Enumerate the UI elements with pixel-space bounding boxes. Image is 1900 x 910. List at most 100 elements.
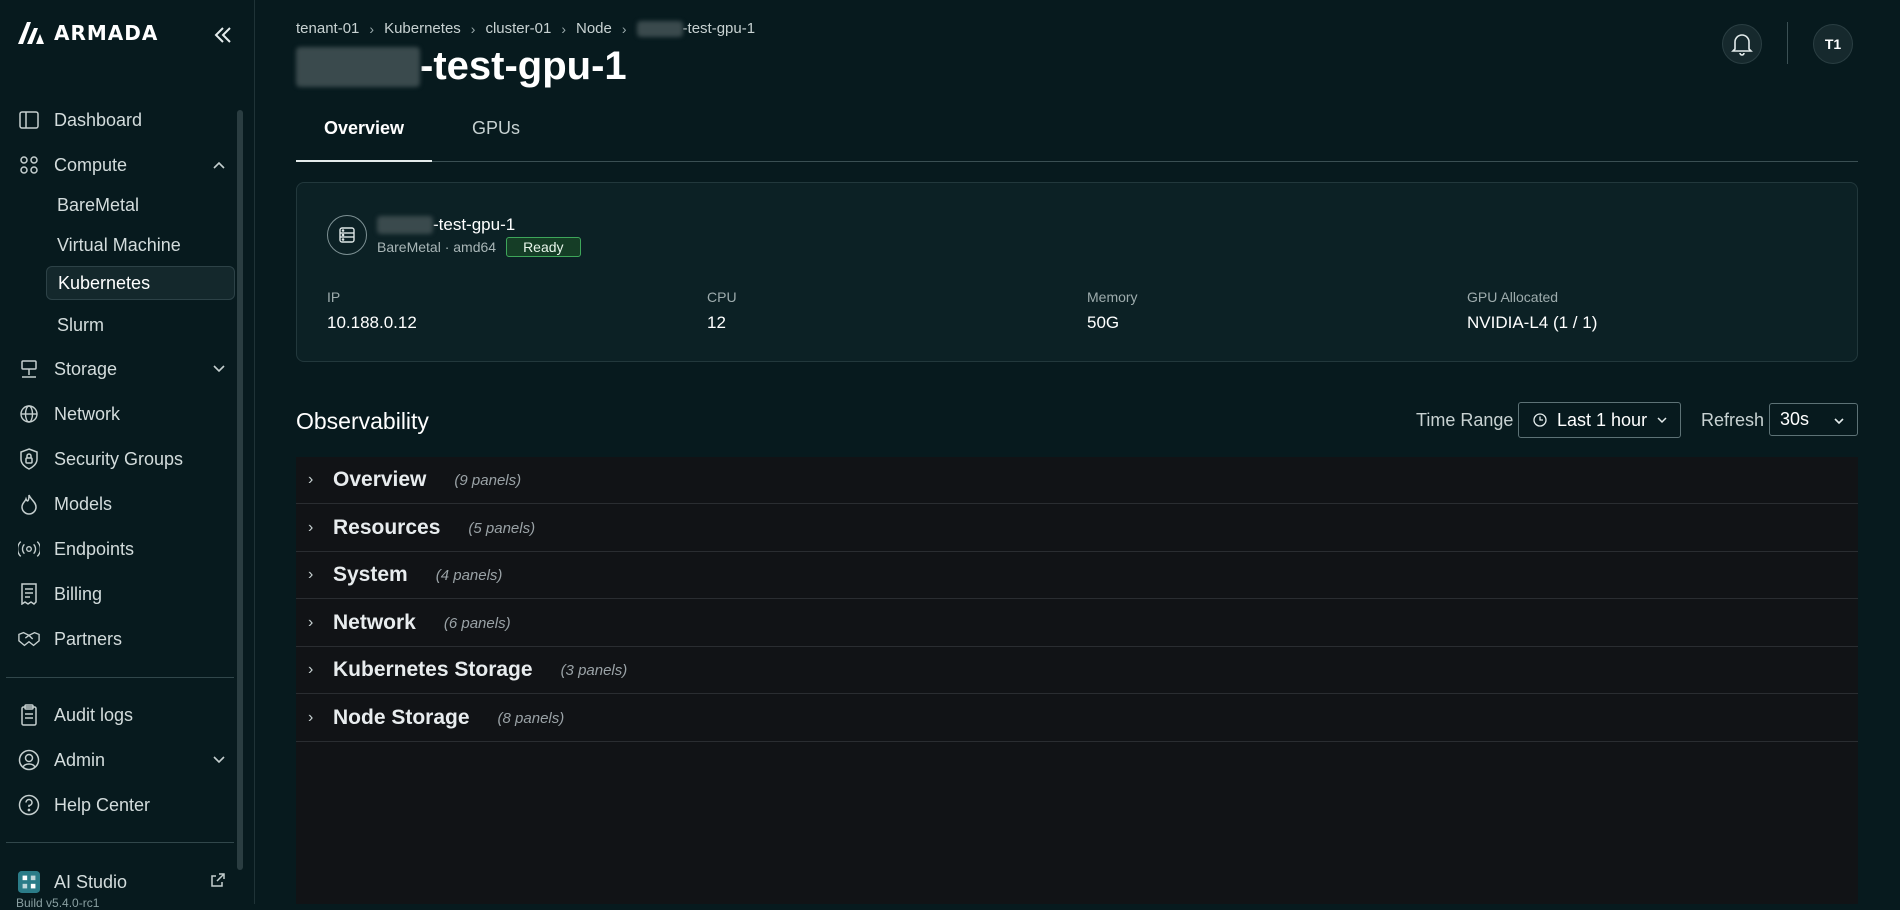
sidebar-item-label: BareMetal: [57, 194, 140, 215]
panel-row-overview[interactable]: › Overview (9 panels): [296, 457, 1858, 504]
chevron-right-icon: ›: [308, 519, 314, 536]
stat-label: CPU: [707, 289, 737, 305]
row-title: System: [333, 563, 408, 586]
sidebar-item-label: Storage: [54, 358, 118, 379]
sidebar-item-label: Dashboard: [54, 109, 143, 130]
compute-icon: [18, 154, 40, 176]
sidebar-item-virtual-machine[interactable]: Virtual Machine: [46, 228, 234, 262]
row-panel-count: (4 panels): [435, 566, 503, 584]
help-circle-icon: [18, 794, 40, 816]
sidebar-item-security-groups[interactable]: Security Groups: [18, 443, 234, 475]
broadcast-icon: [18, 538, 40, 560]
row-title: Node Storage: [333, 706, 470, 729]
armada-logo-icon: [18, 22, 44, 44]
stat-memory: Memory 50G: [1087, 289, 1138, 333]
sidebar-item-slurm[interactable]: Slurm: [46, 308, 234, 342]
stat-label: GPU Allocated: [1467, 289, 1559, 305]
sidebar-item-billing[interactable]: Billing: [18, 578, 234, 610]
time-range-select[interactable]: Last 1 hour: [1518, 402, 1681, 438]
breadcrumb-tenant[interactable]: tenant-01: [296, 20, 359, 37]
chevron-down-icon: [213, 756, 225, 764]
sidebar-item-compute[interactable]: Compute: [18, 149, 234, 181]
node-meta: BareMetal · amd64 Ready: [377, 237, 581, 257]
stat-cpu: CPU 12: [707, 289, 737, 333]
refresh-value: 30s: [1780, 409, 1810, 429]
sidebar-item-models[interactable]: Models: [18, 488, 234, 520]
row-title: Resources: [333, 516, 441, 539]
panel-row-resources[interactable]: › Resources (5 panels): [296, 505, 1858, 552]
sidebar-item-label: Admin: [54, 749, 106, 770]
sidebar-item-kubernetes[interactable]: Kubernetes: [46, 266, 235, 300]
sidebar-item-partners[interactable]: Partners: [18, 623, 234, 655]
dashboard-panels: › Overview (9 panels) › Resources (5 pan…: [296, 457, 1858, 904]
stat-value: 10.188.0.12: [327, 313, 417, 332]
chevron-right-icon: ›: [621, 20, 627, 37]
flame-icon: [18, 493, 40, 515]
sidebar-scrollbar[interactable]: [237, 110, 243, 870]
breadcrumb-current: -test-gpu-1: [636, 20, 755, 38]
sidebar-item-dashboard[interactable]: Dashboard: [18, 104, 234, 136]
refresh-select[interactable]: 30s: [1769, 403, 1858, 436]
node-meta-text: BareMetal · amd64: [377, 239, 497, 255]
ai-studio-icon: [18, 871, 40, 893]
bell-icon: [1731, 34, 1753, 56]
sidebar-item-label: Models: [54, 493, 113, 514]
sidebar-item-label: Billing: [54, 583, 103, 604]
sidebar-item-baremetal[interactable]: BareMetal: [46, 188, 234, 222]
sidebar-item-audit-logs[interactable]: Audit logs: [18, 699, 234, 731]
panel-row-system[interactable]: › System (4 panels): [296, 552, 1858, 599]
panel-row-network[interactable]: › Network (6 panels): [296, 600, 1858, 647]
chevron-down-icon: [1834, 418, 1844, 425]
chevron-right-icon: ›: [308, 614, 314, 631]
sidebar-item-admin[interactable]: Admin: [18, 744, 234, 776]
logo[interactable]: ARMADA: [16, 20, 158, 46]
chevron-down-icon: [1657, 417, 1667, 424]
panel-row-node-storage[interactable]: › Node Storage (8 panels): [296, 695, 1858, 742]
avatar[interactable]: T1: [1813, 24, 1853, 64]
sidebar-item-label: Help Center: [54, 794, 151, 815]
sidebar-item-ai-studio[interactable]: AI Studio: [18, 866, 234, 898]
row-panel-count: (9 panels): [454, 471, 522, 489]
chevron-right-icon: ›: [369, 20, 375, 37]
node-summary-card: -test-gpu-1 BareMetal · amd64 Ready IP 1…: [296, 182, 1858, 362]
chevron-right-icon: ›: [308, 709, 314, 726]
chevron-right-icon: ›: [470, 20, 476, 37]
sidebar-item-label: Security Groups: [54, 448, 184, 469]
server-icon: [327, 215, 367, 255]
tab-overview[interactable]: Overview: [296, 112, 432, 162]
breadcrumb-kubernetes[interactable]: Kubernetes: [384, 20, 461, 37]
panel-row-kubernetes-storage[interactable]: › Kubernetes Storage (3 panels): [296, 647, 1858, 694]
sidebar-item-endpoints[interactable]: Endpoints: [18, 533, 234, 565]
sidebar-item-label: Virtual Machine: [57, 234, 181, 255]
sidebar-item-label: Kubernetes: [58, 272, 151, 293]
clipboard-icon: [18, 704, 40, 726]
row-title: Kubernetes Storage: [333, 658, 533, 681]
sidebar-item-help-center[interactable]: Help Center: [18, 789, 234, 821]
sidebar-item-label: Network: [54, 403, 121, 424]
row-panel-count: (5 panels): [468, 519, 536, 537]
refresh-label: Refresh: [1701, 410, 1765, 430]
user-gear-icon: [18, 749, 40, 771]
breadcrumb: tenant-01 › Kubernetes › cluster-01 › No…: [296, 20, 755, 38]
row-panel-count: (6 panels): [443, 614, 511, 632]
dashboard-icon: [18, 109, 40, 131]
stat-label: IP: [327, 289, 341, 305]
sidebar-item-storage[interactable]: Storage: [18, 353, 234, 385]
sidebar: ARMADA Dashboard Compute BareMetal Virtu…: [0, 0, 255, 910]
double-chevron-left-icon: [214, 27, 231, 43]
chevron-right-icon: ›: [308, 661, 314, 678]
breadcrumb-cluster[interactable]: cluster-01: [485, 20, 551, 37]
receipt-icon: [18, 583, 40, 605]
build-version: Build v5.4.0-rc1: [16, 896, 100, 910]
row-panel-count: (8 panels): [497, 709, 565, 727]
sidebar-item-network[interactable]: Network: [18, 398, 234, 430]
collapse-sidebar-button[interactable]: [212, 24, 238, 48]
breadcrumb-node[interactable]: Node: [576, 20, 612, 37]
notifications-button[interactable]: [1722, 24, 1762, 64]
tab-gpus[interactable]: GPUs: [466, 112, 526, 162]
chevron-right-icon: ›: [308, 566, 314, 583]
sidebar-item-label: Slurm: [57, 314, 105, 335]
external-link-icon: [211, 873, 225, 887]
row-title: Overview: [333, 468, 427, 491]
stat-value: 12: [707, 313, 726, 332]
